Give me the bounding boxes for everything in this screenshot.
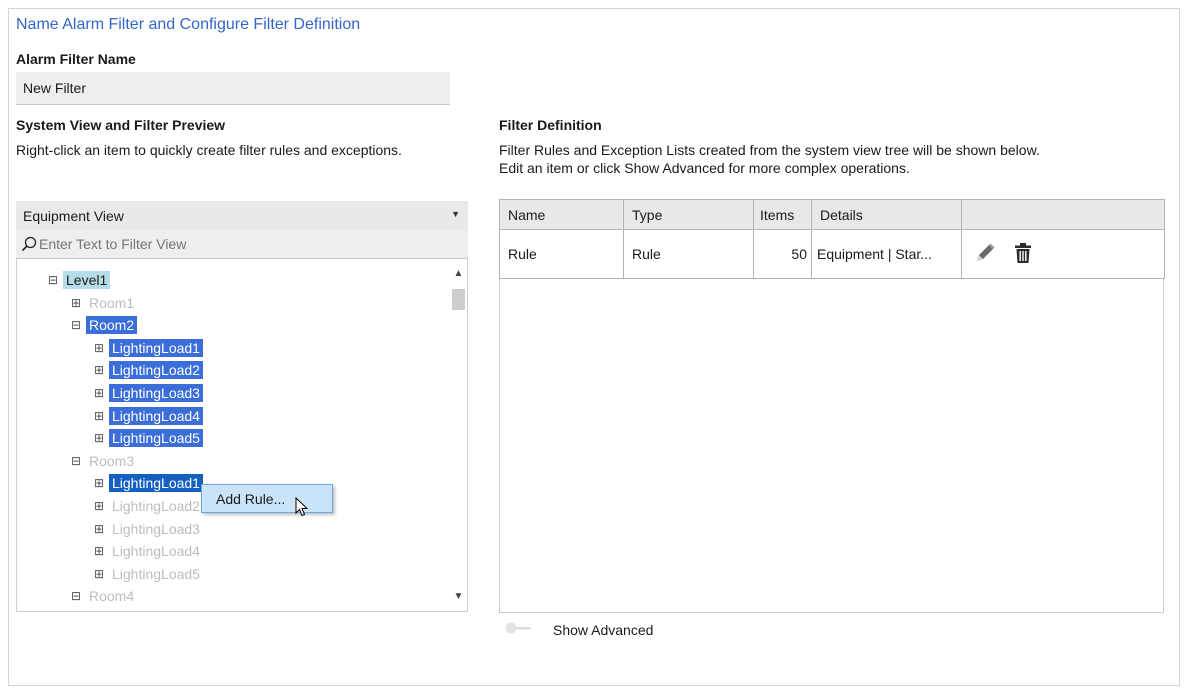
system-view-heading: System View and Filter Preview	[16, 117, 226, 133]
tree-item[interactable]: ⊟ Room4	[70, 585, 137, 607]
table-header-row: Name Type Items Details	[499, 199, 1165, 230]
expand-icon[interactable]: ⊞	[93, 410, 105, 422]
tree-item-label: LightingLoad4	[112, 543, 200, 560]
collapse-icon[interactable]: ⊟	[47, 274, 59, 286]
tree-item-label: LightingLoad5	[112, 565, 200, 582]
pencil-icon[interactable]	[974, 242, 996, 267]
tree-scrollbar[interactable]: ▲ ▼	[450, 259, 467, 611]
cell-type: Rule	[623, 229, 754, 279]
column-header-name[interactable]: Name	[499, 199, 624, 230]
tree-item[interactable]: ⊞ LightingLoad3	[93, 518, 203, 540]
tree-item-label: LightingLoad5	[109, 429, 203, 448]
tree-item-label: LightingLoad3	[109, 384, 203, 402]
expand-icon[interactable]: ⊞	[93, 477, 105, 489]
view-select-value: Equipment View	[23, 207, 124, 224]
tree-item[interactable]: ⊞ LightingLoad1	[93, 472, 203, 494]
column-header-items[interactable]: Items	[753, 199, 812, 230]
filter-definition-hint-1: Filter Rules and Exception Lists created…	[499, 142, 1040, 158]
context-menu-add-rule[interactable]: Add Rule...	[201, 484, 333, 513]
expand-icon[interactable]: ⊞	[70, 297, 82, 309]
tree-item[interactable]: ⊟ Level1	[47, 269, 111, 291]
tree-filter-field[interactable]	[16, 230, 468, 259]
scroll-up-icon[interactable]: ▲	[450, 268, 467, 279]
column-header-details[interactable]: Details	[811, 199, 962, 230]
tree-item[interactable]: ⊞ LightingLoad4	[93, 540, 203, 562]
column-header-type[interactable]: Type	[623, 199, 754, 230]
cell-details: Equipment | Star...	[811, 229, 962, 279]
expand-icon[interactable]: ⊞	[93, 500, 105, 512]
page-title: Name Alarm Filter and Configure Filter D…	[16, 16, 361, 33]
cell-items: 50	[753, 229, 812, 279]
tree-item[interactable]: ⊞ LightingLoad3	[93, 382, 203, 404]
collapse-icon[interactable]: ⊟	[70, 455, 82, 467]
tree-item-label: Room4	[89, 588, 135, 605]
cell-actions	[961, 229, 1165, 279]
tree-item-label: Room2	[86, 316, 138, 335]
filter-name-label: Alarm Filter Name	[16, 51, 136, 67]
collapse-icon[interactable]: ⊟	[70, 590, 82, 602]
expand-icon[interactable]: ⊞	[93, 387, 105, 399]
tree-item[interactable]: ⊞ Room1	[70, 292, 137, 314]
tree-item-label: LightingLoad4	[109, 406, 203, 425]
table-row[interactable]: Rule Rule 50 Equipment | Star...	[499, 229, 1165, 279]
tree-item-label: LightingLoad2	[112, 498, 200, 514]
trash-icon[interactable]	[1014, 242, 1032, 267]
expand-icon[interactable]: ⊞	[93, 545, 105, 557]
tree-item-label: LightingLoad1	[109, 474, 203, 493]
filter-rules-table: Name Type Items Details Rule Rule 50 Equ…	[499, 199, 1165, 613]
search-icon	[21, 236, 37, 252]
column-header-actions	[961, 199, 1165, 230]
filter-name-input[interactable]	[16, 72, 450, 105]
context-menu-item-label: Add Rule...	[216, 490, 286, 507]
collapse-icon[interactable]: ⊟	[70, 319, 82, 331]
expand-icon[interactable]: ⊞	[93, 523, 105, 535]
tree-item[interactable]: ⊟ Room2	[70, 314, 138, 336]
tree-item[interactable]: ⊞ LightingLoad5	[93, 563, 203, 585]
expand-icon[interactable]: ⊞	[93, 342, 105, 354]
show-advanced-label[interactable]: Show Advanced	[553, 622, 653, 638]
system-tree[interactable]: ⊟ Level1 ⊞ Room1 ⊟ Room2 ⊞ LightingLoad1 ⊞ Lighti…	[16, 259, 468, 612]
tree-item-label: Room3	[89, 452, 135, 469]
tree-item-label: LightingLoad3	[112, 520, 200, 537]
tree-item[interactable]: ⊟ Room3	[70, 450, 137, 472]
tree-item-label: Level1	[63, 271, 111, 289]
expand-icon[interactable]: ⊞	[93, 568, 105, 580]
cell-name: Rule	[499, 229, 624, 279]
dropdown-caret-icon: ▼	[451, 209, 460, 219]
tree-item-label: LightingLoad1	[109, 338, 203, 357]
tree-filter-input[interactable]	[37, 236, 439, 252]
tree-item-label: Room1	[89, 294, 135, 311]
tree-item[interactable]: ⊞ LightingLoad4	[93, 405, 203, 427]
tree-item[interactable]: ⊞ LightingLoad2	[93, 359, 203, 381]
scroll-thumb[interactable]	[452, 289, 465, 310]
filter-definition-hint-2: Edit an item or click Show Advanced for …	[499, 160, 910, 176]
tree-item[interactable]: ⊞ LightingLoad2	[93, 495, 203, 517]
show-advanced-toggle[interactable]	[505, 621, 531, 634]
mouse-pointer-icon	[295, 496, 309, 520]
expand-icon[interactable]: ⊞	[93, 364, 105, 376]
filter-definition-heading: Filter Definition	[499, 117, 602, 133]
tree-item[interactable]: ⊞ LightingLoad5	[93, 427, 203, 449]
tree-item[interactable]: ⊞ LightingLoad1	[93, 337, 203, 359]
scroll-down-icon[interactable]: ▼	[450, 591, 467, 602]
view-select[interactable]: Equipment View ▼	[16, 201, 468, 230]
expand-icon[interactable]: ⊞	[93, 432, 105, 444]
tree-item-label: LightingLoad2	[109, 361, 203, 380]
system-view-hint: Right-click an item to quickly create fi…	[16, 142, 402, 158]
